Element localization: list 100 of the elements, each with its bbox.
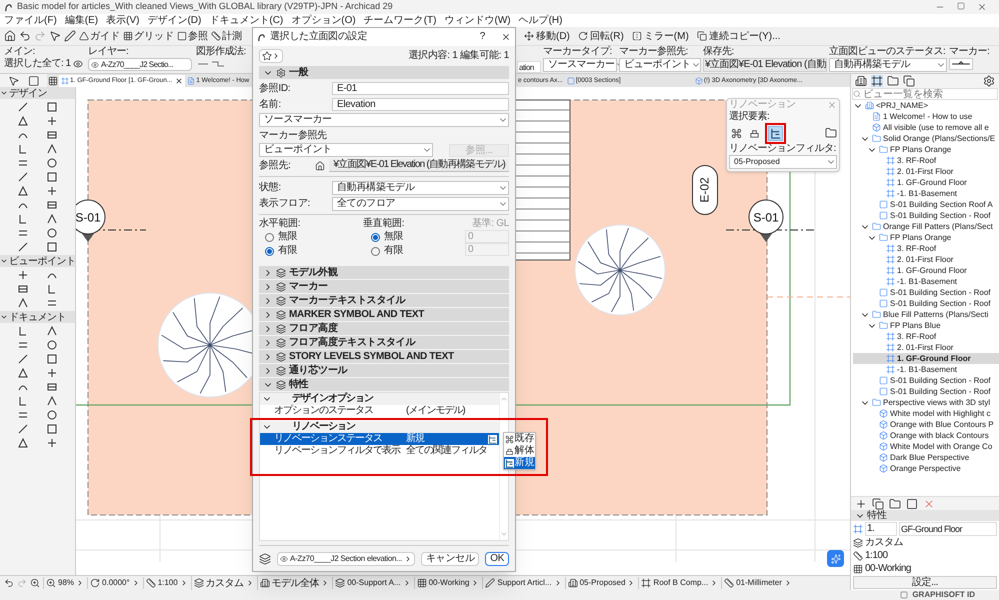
- toolbar-button[interactable]: 計測: [211, 28, 242, 44]
- radio-button[interactable]: [265, 232, 274, 242]
- marker-type-dropdown[interactable]: ソースマーカー: [259, 113, 509, 127]
- panel-header[interactable]: MARKER SYMBOL AND TEXT: [259, 308, 509, 321]
- tool-icon[interactable]: [45, 241, 60, 253]
- status-bar-item[interactable]: 00-Working: [414, 577, 480, 589]
- tool-icon[interactable]: [16, 367, 30, 379]
- view-item[interactable]: S-01 Building Section Roof A: [853, 199, 999, 210]
- menu-item[interactable]: 既存: [504, 433, 535, 445]
- name-field[interactable]: Elevation: [332, 98, 509, 111]
- publisher-icon[interactable]: [903, 75, 915, 87]
- tool-icon[interactable]: [45, 157, 60, 169]
- tool-icon[interactable]: [16, 297, 30, 309]
- view-item[interactable]: S-01 Building Section - Roof: [853, 298, 999, 309]
- panel-header[interactable]: 通り芯ツール: [259, 364, 509, 377]
- undo-icon[interactable]: [4, 578, 14, 588]
- view-item[interactable]: Orange Fill Patters (Plans/Sect: [853, 221, 999, 232]
- status-bar-item[interactable]: 98%: [43, 577, 84, 589]
- view-item[interactable]: 1. GF-Ground Floor: [853, 353, 999, 364]
- pen-icon[interactable]: [64, 30, 76, 42]
- property-row[interactable]: リノベーションステータス 新規: [260, 433, 499, 445]
- layout-book-icon[interactable]: [887, 75, 899, 87]
- view-item[interactable]: 2. 01-First Floor: [853, 166, 999, 177]
- settings-icon[interactable]: [983, 75, 995, 87]
- view-item[interactable]: All visible (use to remove all e: [853, 122, 999, 133]
- tool-icon[interactable]: [45, 101, 60, 113]
- cancel-button[interactable]: キャンセル: [420, 552, 480, 566]
- view-item[interactable]: White Model with Orange Co: [853, 441, 999, 452]
- status-bar-item[interactable]: 0.0000°: [87, 577, 140, 589]
- panel-header[interactable]: STORY LEVELS SYMBOL AND TEXT: [259, 350, 509, 363]
- floors-dropdown[interactable]: 全てのフロア: [332, 196, 509, 210]
- view-item[interactable]: 2. 01-First Floor: [853, 342, 999, 353]
- line-method-icon[interactable]: [196, 60, 226, 68]
- tool-icon[interactable]: [45, 325, 60, 337]
- layer-dropdown[interactable]: A-Zz70____J2 Section elevation...: [277, 552, 415, 566]
- ok-button[interactable]: OK: [485, 552, 509, 566]
- tool-icon[interactable]: [45, 339, 60, 351]
- new-folder-icon[interactable]: [889, 498, 901, 510]
- menu-item[interactable]: デザイン(D): [147, 14, 202, 26]
- view-item[interactable]: FP Plans Orange: [853, 232, 999, 243]
- view-item[interactable]: Orange with black Contours: [853, 430, 999, 441]
- status-bar-item[interactable]: 01-Millimeter: [721, 577, 792, 589]
- settings-button[interactable]: 設定...: [853, 576, 997, 589]
- toolbar-button[interactable]: 回転(R): [578, 28, 624, 44]
- tool-icon[interactable]: [16, 437, 30, 449]
- view-item[interactable]: Blue Fill Patterns (Plans/Secti: [853, 309, 999, 320]
- view-item[interactable]: 3. RF-Roof: [853, 331, 999, 342]
- id-field[interactable]: 1.: [865, 522, 897, 536]
- view-map-icon[interactable]: [871, 75, 883, 87]
- view-item[interactable]: FP Plans Blue: [853, 320, 999, 331]
- ref-id-field[interactable]: E-01: [332, 82, 509, 95]
- menu-item[interactable]: オプション(O): [291, 14, 356, 26]
- view-item[interactable]: -1. B1-Basement: [853, 276, 999, 287]
- view-item[interactable]: 3. RF-Roof: [853, 243, 999, 254]
- view-item[interactable]: S-01 Building Section - Roof: [853, 386, 999, 397]
- view-icon[interactable]: [906, 498, 918, 510]
- radio-button[interactable]: [265, 246, 274, 256]
- menu-item[interactable]: ドキュメント(C): [209, 14, 284, 26]
- radio-button[interactable]: [371, 246, 380, 256]
- name-field[interactable]: ation: [517, 61, 541, 73]
- close-icon[interactable]: [977, 2, 987, 12]
- view-item[interactable]: Solid Orange (Plans/Sections/E: [853, 133, 999, 144]
- tool-icon[interactable]: [16, 185, 30, 197]
- tool-icon[interactable]: [45, 353, 60, 365]
- pointer-icon[interactable]: [49, 30, 61, 42]
- view-item[interactable]: White model with Highlight c: [853, 408, 999, 419]
- view-item[interactable]: S-01 Building Section - Roof: [853, 210, 999, 221]
- menu-item[interactable]: 解体: [504, 445, 535, 457]
- view-item[interactable]: 2. 01-First Floor: [853, 254, 999, 265]
- view-item[interactable]: Orange Perspective: [853, 463, 999, 474]
- search-field[interactable]: ビュー一覧を検索: [852, 88, 998, 100]
- marker-style-icon[interactable]: [949, 58, 973, 70]
- property-group[interactable]: デザインオプション: [260, 393, 499, 405]
- view-item[interactable]: -1. B1-Basement: [853, 364, 999, 375]
- toolbar-button[interactable]: 参照: [177, 28, 208, 44]
- view-item[interactable]: 1 Welcome! - How to use: [853, 111, 999, 122]
- undo-icon[interactable]: [19, 30, 31, 42]
- view-item[interactable]: Orange with Blue Contours P: [853, 419, 999, 430]
- pointer-icon[interactable]: [8, 74, 20, 86]
- toolbox-section-header[interactable]: デザイン: [0, 87, 75, 99]
- favorites-button[interactable]: [259, 49, 283, 63]
- panel-header[interactable]: フロア高度テキストスタイル: [259, 336, 509, 349]
- property-row[interactable]: オプションのステータス (メインモデル): [260, 405, 499, 417]
- view-item[interactable]: S-01 Building Section - Roof: [853, 375, 999, 386]
- account-label[interactable]: GRAPHISOFT ID: [912, 589, 975, 600]
- toolbar-button[interactable]: 連続コピー(Y)...: [696, 28, 780, 44]
- toolbar-button[interactable]: 移動(D): [524, 28, 570, 44]
- panel-header[interactable]: マーカー: [259, 280, 509, 293]
- properties-header[interactable]: 特性: [851, 510, 999, 521]
- marker-type-dropdown[interactable]: ソースマーカー: [543, 58, 617, 72]
- view-item[interactable]: S-01 Building Section - Roof: [853, 287, 999, 298]
- renovation-filter-dropdown[interactable]: 05-Proposed: [729, 155, 837, 169]
- assistant-button[interactable]: [827, 550, 844, 567]
- tool-icon[interactable]: [45, 143, 60, 155]
- delete-icon[interactable]: [923, 498, 935, 510]
- status-bar-item[interactable]: 05-Proposed: [564, 577, 636, 589]
- menu-item[interactable]: ファイル(F): [4, 14, 57, 26]
- tool-icon[interactable]: [45, 423, 60, 435]
- panel-header[interactable]: モデル外観: [259, 266, 509, 279]
- toolbox-section-header[interactable]: ドキュメント: [0, 311, 75, 323]
